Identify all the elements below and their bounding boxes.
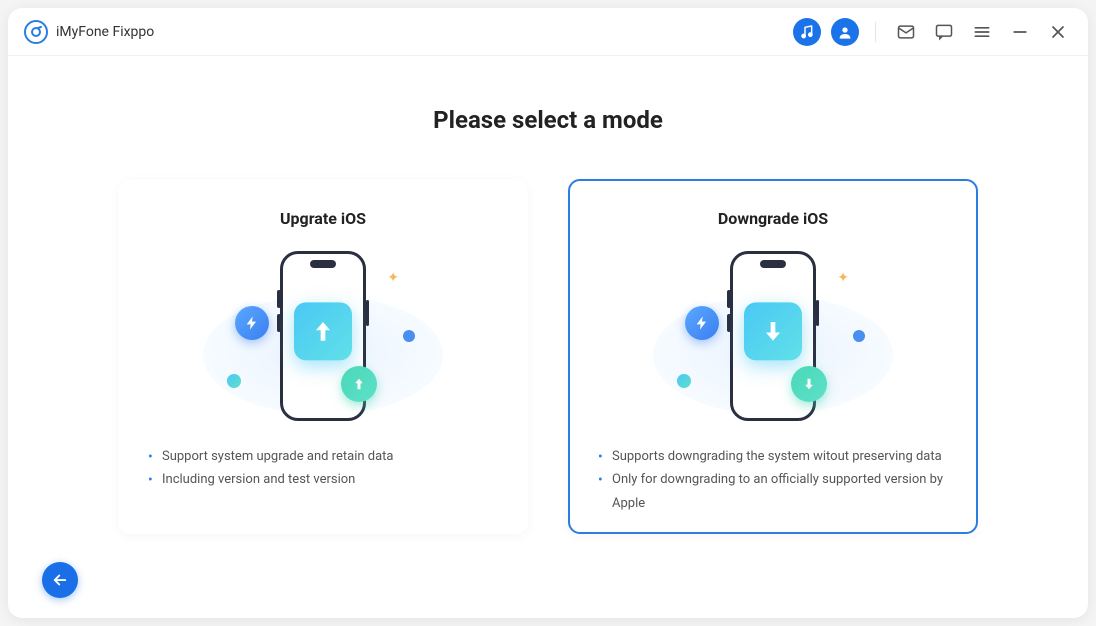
close-button[interactable] <box>1044 18 1072 46</box>
back-button[interactable] <box>42 562 78 598</box>
downgrade-bullets: Supports downgrading the system witout p… <box>598 445 948 515</box>
titlebar-actions <box>793 18 1072 46</box>
arrow-up-square-icon <box>294 302 352 360</box>
app-title: iMyFone Fixppo <box>56 24 154 40</box>
upgrade-bullets: Support system upgrade and retain data I… <box>148 445 498 492</box>
app-window: iMyFone Fixppo <box>8 8 1088 618</box>
menu-icon[interactable] <box>968 18 996 46</box>
feedback-icon[interactable] <box>930 18 958 46</box>
music-icon[interactable] <box>793 18 821 46</box>
upgrade-bullet-1: Support system upgrade and retain data <box>148 445 498 468</box>
lightning-icon <box>235 306 269 340</box>
downgrade-bullet-2: Only for downgrading to an officially su… <box>598 468 948 515</box>
arrow-down-circle-icon <box>791 366 827 402</box>
lightning-icon <box>685 306 719 340</box>
downgrade-illustration: ✦ <box>598 248 948 423</box>
downgrade-card-title: Downgrade iOS <box>598 209 948 228</box>
titlebar-divider <box>875 22 876 42</box>
downgrade-bullet-1: Supports downgrading the system witout p… <box>598 445 948 468</box>
arrow-down-square-icon <box>744 302 802 360</box>
downgrade-ios-card[interactable]: Downgrade iOS <box>568 179 978 534</box>
page-heading: Please select a mode <box>433 106 663 134</box>
app-logo-icon <box>24 20 48 44</box>
mail-icon[interactable] <box>892 18 920 46</box>
content-area: Please select a mode Upgrate iOS <box>8 56 1088 618</box>
minimize-button[interactable] <box>1006 18 1034 46</box>
mode-cards: Upgrate iOS <box>118 179 978 534</box>
upgrade-illustration: ✦ <box>148 248 498 423</box>
upgrade-bullet-2: Including version and test version <box>148 468 498 491</box>
logo-area: iMyFone Fixppo <box>24 20 154 44</box>
arrow-up-circle-icon <box>341 366 377 402</box>
upgrade-ios-card[interactable]: Upgrate iOS <box>118 179 528 534</box>
sparkle-icon: ✦ <box>387 270 399 286</box>
sparkle-icon: ✦ <box>837 270 849 286</box>
titlebar: iMyFone Fixppo <box>8 8 1088 56</box>
upgrade-card-title: Upgrate iOS <box>148 209 498 228</box>
user-account-icon[interactable] <box>831 18 859 46</box>
